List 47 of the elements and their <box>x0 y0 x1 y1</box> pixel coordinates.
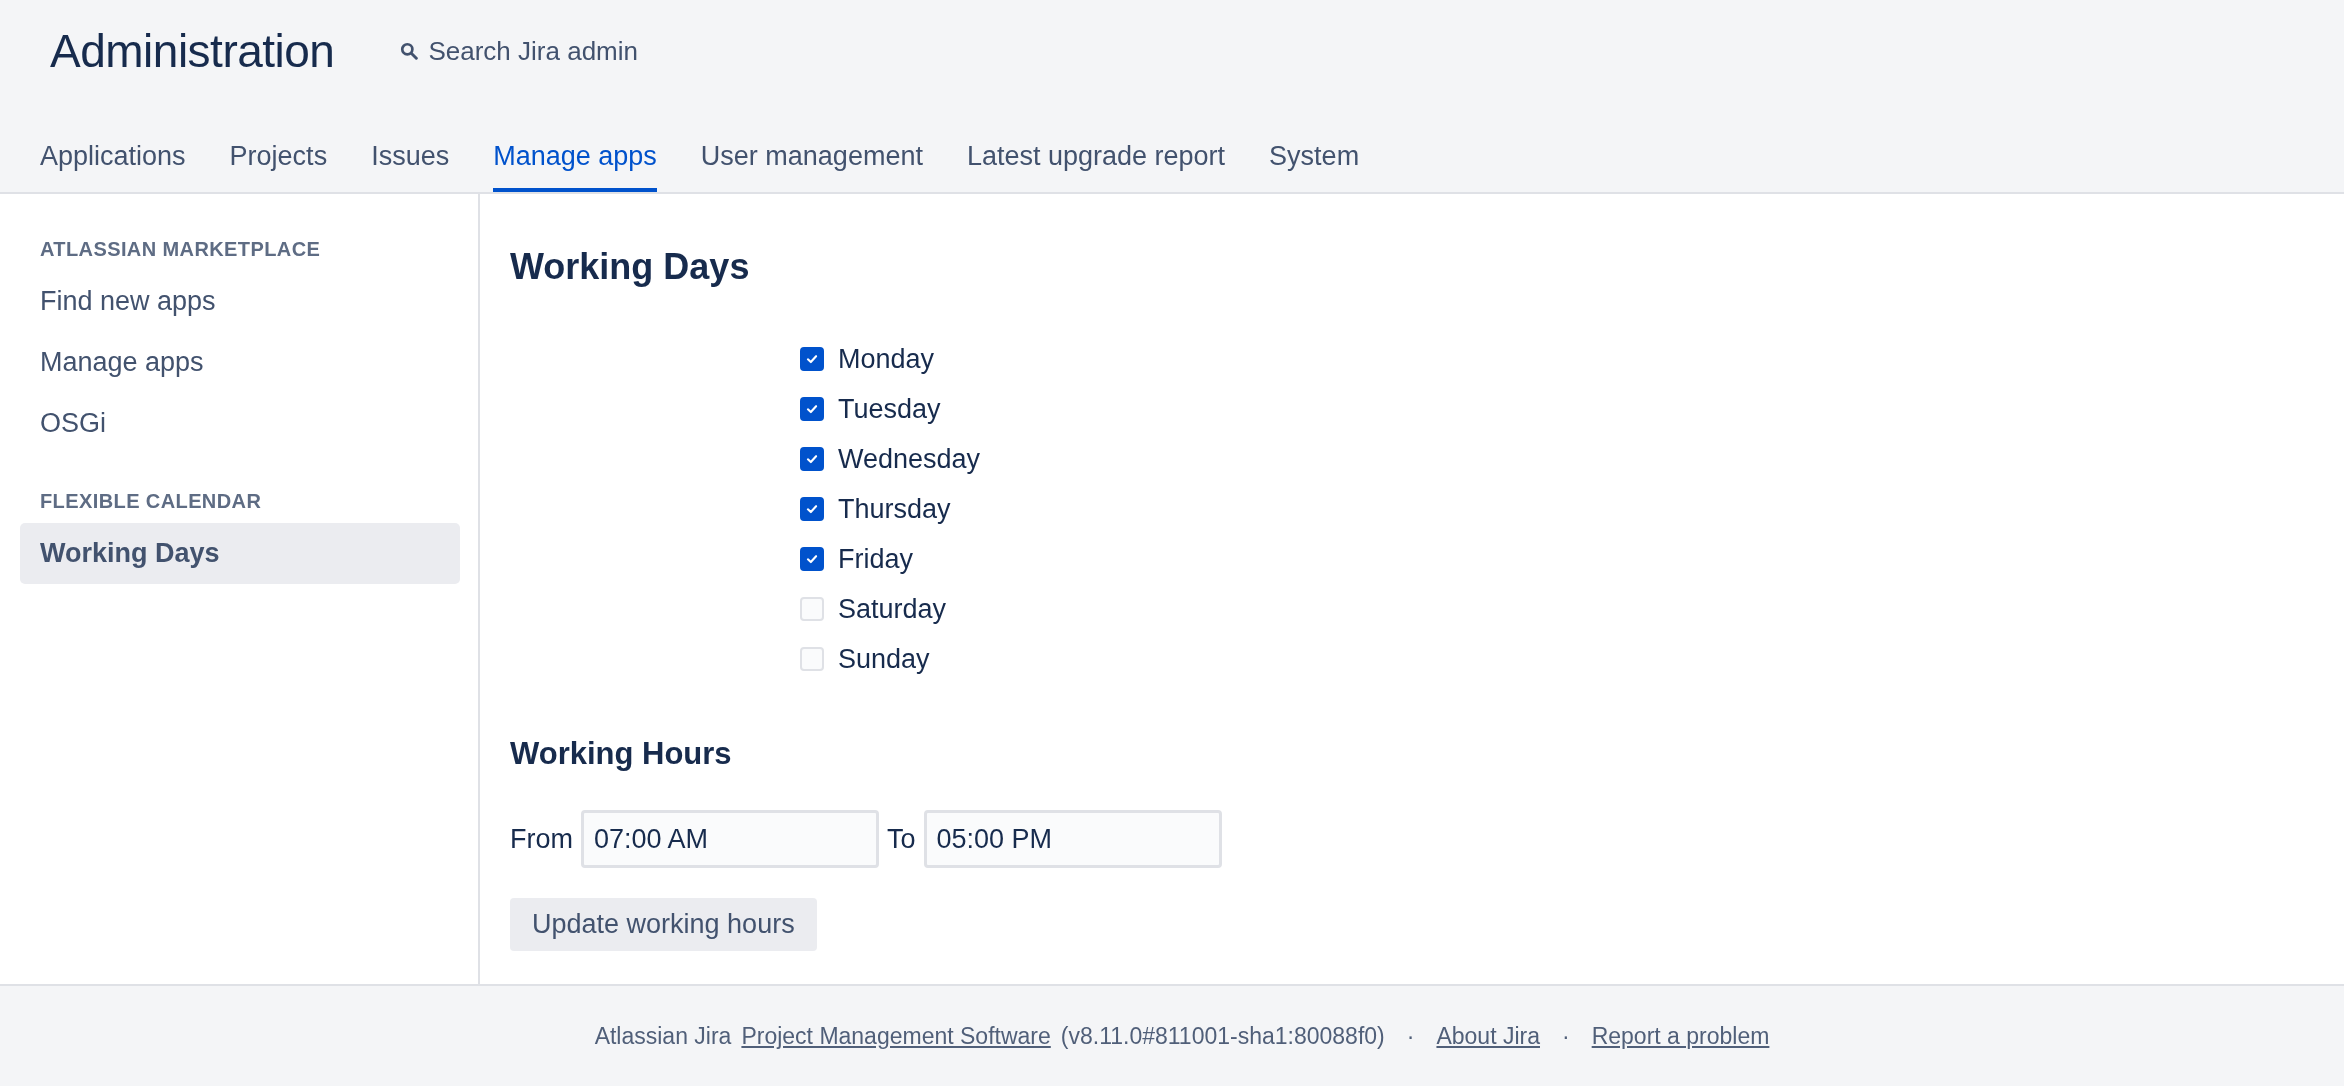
page-title: Administration <box>50 24 335 79</box>
checkbox-label: Saturday <box>838 593 947 625</box>
section-title: Working Hours <box>510 736 733 772</box>
nav-tab[interactable]: Projects <box>229 102 328 192</box>
time-input-field[interactable]: 07:00 AM <box>581 810 879 868</box>
checkmark-icon <box>805 402 819 416</box>
sidebar-item[interactable]: Working Days <box>20 523 460 584</box>
checkbox-label: Monday <box>838 343 935 375</box>
field-label: From <box>510 823 573 855</box>
checkmark-icon <box>805 502 819 516</box>
field-label: To <box>887 823 916 855</box>
checkmark-icon <box>805 352 819 366</box>
checkbox[interactable] <box>800 397 824 421</box>
footer-link[interactable]: About Jira <box>1436 1022 1540 1050</box>
checkbox-label: Friday <box>838 543 913 575</box>
checkbox-label: Thursday <box>838 493 951 525</box>
sidebar-item[interactable]: Manage apps <box>20 332 460 393</box>
section-heading: ATLASSIAN MARKETPLACE <box>39 238 322 262</box>
footer-link[interactable]: Report a problem <box>1591 1022 1770 1050</box>
checkbox[interactable] <box>800 347 824 371</box>
separator-dot: · <box>1562 1022 1570 1050</box>
nav-tab[interactable]: Manage apps <box>493 102 657 192</box>
checkbox[interactable] <box>800 497 824 521</box>
footer-text: (v8.11.0#811001-sha1:80088f0) <box>1060 1022 1385 1050</box>
checkbox[interactable] <box>800 447 824 471</box>
nav-tab[interactable]: User management <box>700 102 923 192</box>
section-heading: FLEXIBLE CALENDAR <box>39 490 263 514</box>
nav-tab[interactable]: Issues <box>371 102 450 192</box>
sidebar-item[interactable]: OSGi <box>20 393 460 454</box>
sidebar-item[interactable]: Find new apps <box>20 271 460 332</box>
update-button[interactable]: Update working hours <box>510 898 817 951</box>
nav-tab[interactable]: Latest upgrade report <box>966 102 1226 192</box>
separator-dot: · <box>1406 1022 1415 1050</box>
checkbox-label: Wednesday <box>838 443 981 475</box>
checkmark-icon <box>805 452 819 466</box>
section-title: Working Days <box>510 246 751 288</box>
checkmark-icon <box>805 552 819 566</box>
time-input-field[interactable]: 05:00 PM <box>923 810 1222 868</box>
nav-tab[interactable]: System <box>1269 102 1360 192</box>
nav-tab[interactable]: Applications <box>40 102 186 192</box>
search-link[interactable]: Search Jira admin <box>400 35 638 67</box>
footer-text: Atlassian Jira <box>594 1022 732 1050</box>
checkbox-label: Sunday <box>838 643 930 675</box>
footer-link[interactable]: Project Management Software <box>741 1022 1051 1050</box>
search-icon <box>400 42 419 61</box>
checkbox-label: Tuesday <box>838 393 941 425</box>
checkbox[interactable] <box>800 547 824 571</box>
